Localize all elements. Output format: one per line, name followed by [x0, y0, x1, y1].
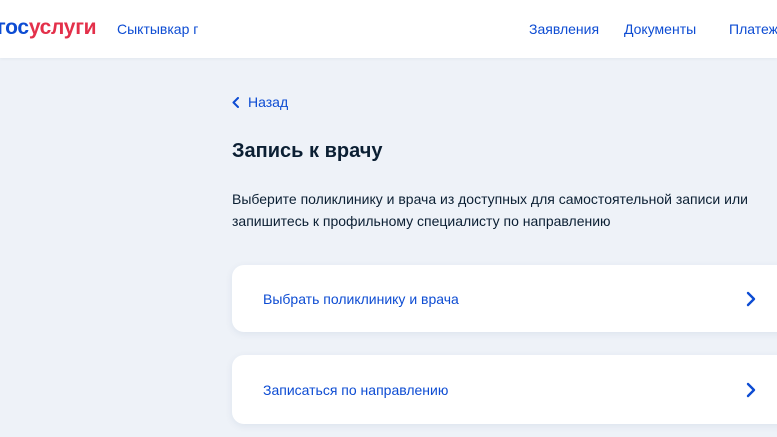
nav-link-documents[interactable]: Документы: [624, 20, 696, 38]
logo-text-uslugi: услуги: [28, 16, 97, 39]
option-card-by-referral[interactable]: Записаться по направлению: [232, 355, 777, 424]
chevron-right-icon: [746, 382, 756, 398]
chevron-right-icon: [746, 291, 756, 307]
page-description: Выберите поликлинику и врача из доступны…: [232, 191, 748, 229]
top-header: госуслуги Сыктывкар г Заявления Документ…: [0, 0, 777, 58]
logo-text-gos: гос: [0, 16, 29, 39]
gosuslugi-logo[interactable]: госуслуги: [0, 15, 97, 41]
nav-link-payments[interactable]: Платежи: [729, 20, 777, 38]
page-title: Запись к врачу: [232, 140, 383, 162]
option-label: Выбрать поликлинику и врача: [263, 290, 459, 307]
option-card-choose-clinic[interactable]: Выбрать поликлинику и врача: [232, 265, 777, 332]
back-link[interactable]: Назад: [232, 93, 288, 111]
back-link-label: Назад: [248, 94, 289, 110]
option-label: Записаться по направлению: [263, 381, 449, 398]
nav-link-applications[interactable]: Заявления: [529, 20, 599, 38]
city-selector[interactable]: Сыктывкар г: [117, 20, 198, 38]
chevron-left-icon: [232, 96, 239, 108]
